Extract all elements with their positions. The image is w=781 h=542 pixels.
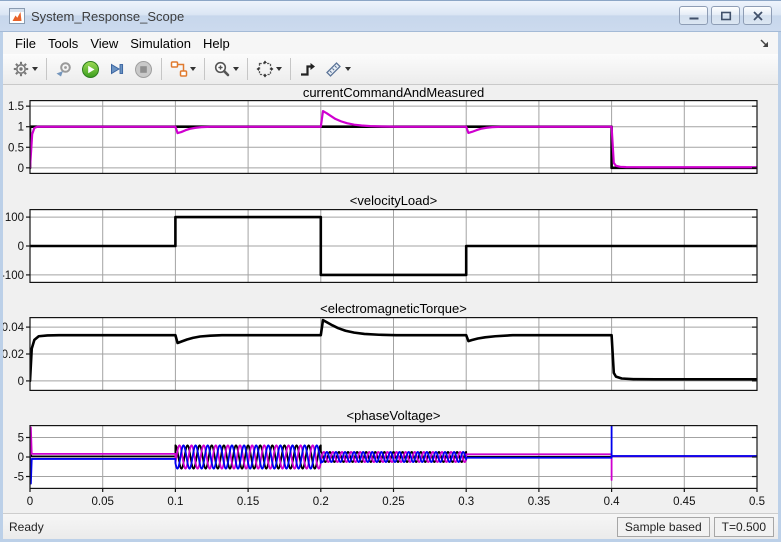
plot-title-velocity: <velocityLoad> [30, 193, 757, 208]
chevron-down-icon [276, 67, 282, 71]
menu-tools[interactable]: Tools [48, 36, 78, 51]
svg-text:0.35: 0.35 [528, 496, 550, 508]
statusbar: Ready Sample based T=0.500 [3, 513, 778, 539]
chevron-down-icon [190, 67, 196, 71]
toolbar-separator [204, 58, 205, 80]
svg-text:0.45: 0.45 [673, 496, 695, 508]
svg-text:0.04: 0.04 [3, 322, 25, 334]
svg-text:1.5: 1.5 [8, 101, 24, 113]
step-forward-icon [108, 60, 126, 78]
svg-text:-100: -100 [3, 270, 24, 282]
svg-text:0: 0 [18, 163, 24, 174]
chevron-down-icon [32, 67, 38, 71]
toolbar [3, 54, 778, 85]
status-sample-mode: Sample based [617, 517, 710, 537]
chevron-down-icon [345, 67, 351, 71]
svg-text:5: 5 [18, 432, 24, 444]
minimize-icon [688, 11, 700, 21]
matlab-scope-icon [9, 8, 25, 24]
step-forward-button[interactable] [105, 57, 129, 81]
menu-help[interactable]: Help [203, 36, 230, 51]
measurements-icon [325, 60, 343, 78]
plot-title-phase-voltage: <phaseVoltage> [30, 408, 757, 423]
svg-text:0.1: 0.1 [167, 496, 183, 508]
toolbar-separator [247, 58, 248, 80]
svg-text:100: 100 [5, 212, 24, 224]
toolbar-separator [161, 58, 162, 80]
menu-simulation[interactable]: Simulation [130, 36, 191, 51]
run-icon [81, 60, 100, 79]
toolbar-separator [290, 58, 291, 80]
highlight-simulink-block-button[interactable] [167, 57, 199, 81]
svg-text:0.25: 0.25 [382, 496, 404, 508]
zoom-in-icon [213, 60, 231, 78]
zoom-button[interactable] [210, 57, 242, 81]
maximize-button[interactable] [711, 6, 740, 25]
close-button[interactable] [743, 6, 772, 25]
status-right-panel: Sample based T=0.500 [613, 517, 774, 537]
svg-text:0.5: 0.5 [749, 496, 765, 508]
trigger-icon [299, 60, 317, 78]
svg-text:0: 0 [18, 452, 24, 464]
window-title: System_Response_Scope [31, 9, 184, 24]
close-icon [752, 11, 764, 21]
scope-parameters-button[interactable] [9, 57, 41, 81]
menu-view[interactable]: View [90, 36, 118, 51]
fit-to-view-icon [256, 60, 274, 78]
chevron-down-icon [233, 67, 239, 71]
scope-canvas: currentCommandAndMeasured 0 0.5 1 1.5 <velo… [3, 85, 778, 513]
axes-phase-voltage[interactable]: -50500.050.10.150.20.250.30.350.40.450.5 [3, 425, 778, 511]
svg-text:0: 0 [18, 241, 24, 253]
simulink-blocks-icon [170, 60, 188, 78]
svg-text:0.02: 0.02 [3, 349, 24, 361]
axes-electromagnetic-torque[interactable]: 0 0.02 0.04 [3, 317, 778, 391]
gear-icon [12, 60, 30, 78]
status-ready: Ready [9, 520, 44, 534]
menu-file[interactable]: File [15, 36, 36, 51]
svg-text:0.2: 0.2 [313, 496, 329, 508]
svg-text:-5: -5 [14, 472, 24, 484]
window-controls [676, 6, 772, 25]
svg-text:0: 0 [27, 496, 33, 508]
run-button[interactable] [78, 57, 103, 81]
menubar: File Tools View Simulation Help [3, 32, 778, 54]
stop-icon [134, 60, 153, 79]
minimize-button[interactable] [679, 6, 708, 25]
step-back-button[interactable] [52, 57, 76, 81]
measurements-button[interactable] [322, 57, 354, 81]
svg-text:0.15: 0.15 [237, 496, 259, 508]
axes-velocity-load[interactable]: -100 0 100 [3, 209, 778, 283]
maximize-icon [720, 11, 732, 21]
svg-text:0: 0 [18, 376, 24, 388]
dock-arrow-icon[interactable] [758, 37, 770, 52]
plot-title-torque: <electromagneticTorque> [30, 301, 757, 316]
axes-current-command-and-measured[interactable]: 0 0.5 1 1.5 [3, 100, 778, 174]
titlebar[interactable]: System_Response_Scope [0, 0, 781, 32]
stop-button[interactable] [131, 57, 156, 81]
toolbar-separator [46, 58, 47, 80]
status-time: T=0.500 [714, 517, 774, 537]
svg-text:1: 1 [18, 122, 24, 134]
scope-window: System_Response_Scope File Tools View Si… [0, 0, 781, 542]
svg-text:0.05: 0.05 [92, 496, 114, 508]
fit-to-view-button[interactable] [253, 57, 285, 81]
svg-text:0.5: 0.5 [8, 142, 24, 154]
svg-text:0.4: 0.4 [604, 496, 621, 508]
svg-text:0.3: 0.3 [458, 496, 474, 508]
step-back-icon [55, 60, 73, 78]
plot-title-current: currentCommandAndMeasured [30, 85, 757, 100]
triggers-button[interactable] [296, 57, 320, 81]
